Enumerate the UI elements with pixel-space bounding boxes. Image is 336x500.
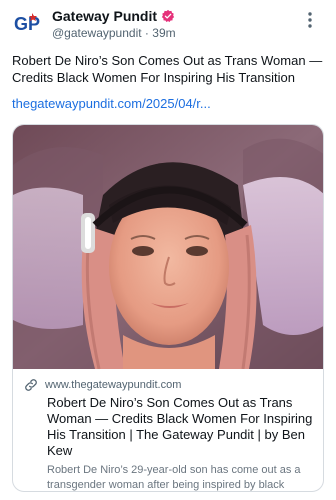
link-icon [25, 379, 37, 391]
display-name[interactable]: Gateway Pundit [52, 8, 157, 24]
card-description: Robert De Niro’s 29-year-old son has com… [47, 464, 301, 491]
handle[interactable]: @gatewaypundit [52, 26, 142, 40]
gp-logo-icon: GP [12, 8, 42, 38]
card-domain-row: www.thegatewaypundit.com [23, 377, 315, 393]
link-preview-card[interactable]: www.thegatewaypundit.com Robert De Niro’… [12, 124, 324, 492]
more-vertical-icon [308, 12, 312, 28]
article-photo [13, 125, 323, 369]
name-row: Gateway Pundit [52, 8, 175, 24]
post-header: GP Gateway Pundit @gatewaypundit · 39m [12, 6, 324, 40]
avatar-text: GP [14, 14, 40, 34]
card-image[interactable] [13, 125, 323, 369]
card-domain: www.thegatewaypundit.com [45, 379, 182, 391]
post-link[interactable]: thegatewaypundit.com/2025/04/r... [12, 96, 324, 111]
more-options-button[interactable] [300, 10, 320, 30]
card-title[interactable]: Robert De Niro’s Son Comes Out as Trans … [47, 395, 313, 459]
card-body: www.thegatewaypundit.com Robert De Niro’… [13, 369, 323, 491]
avatar[interactable]: GP [12, 8, 42, 38]
handle-row: @gatewaypundit · 39m [52, 26, 176, 40]
post-text: Robert De Niro’s Son Comes Out as Trans … [12, 53, 323, 85]
verified-badge-icon [161, 9, 175, 23]
separator: · [144, 26, 149, 40]
timestamp[interactable]: 39m [152, 26, 175, 40]
post[interactable]: GP Gateway Pundit @gatewaypundit · 39m R… [0, 0, 336, 500]
